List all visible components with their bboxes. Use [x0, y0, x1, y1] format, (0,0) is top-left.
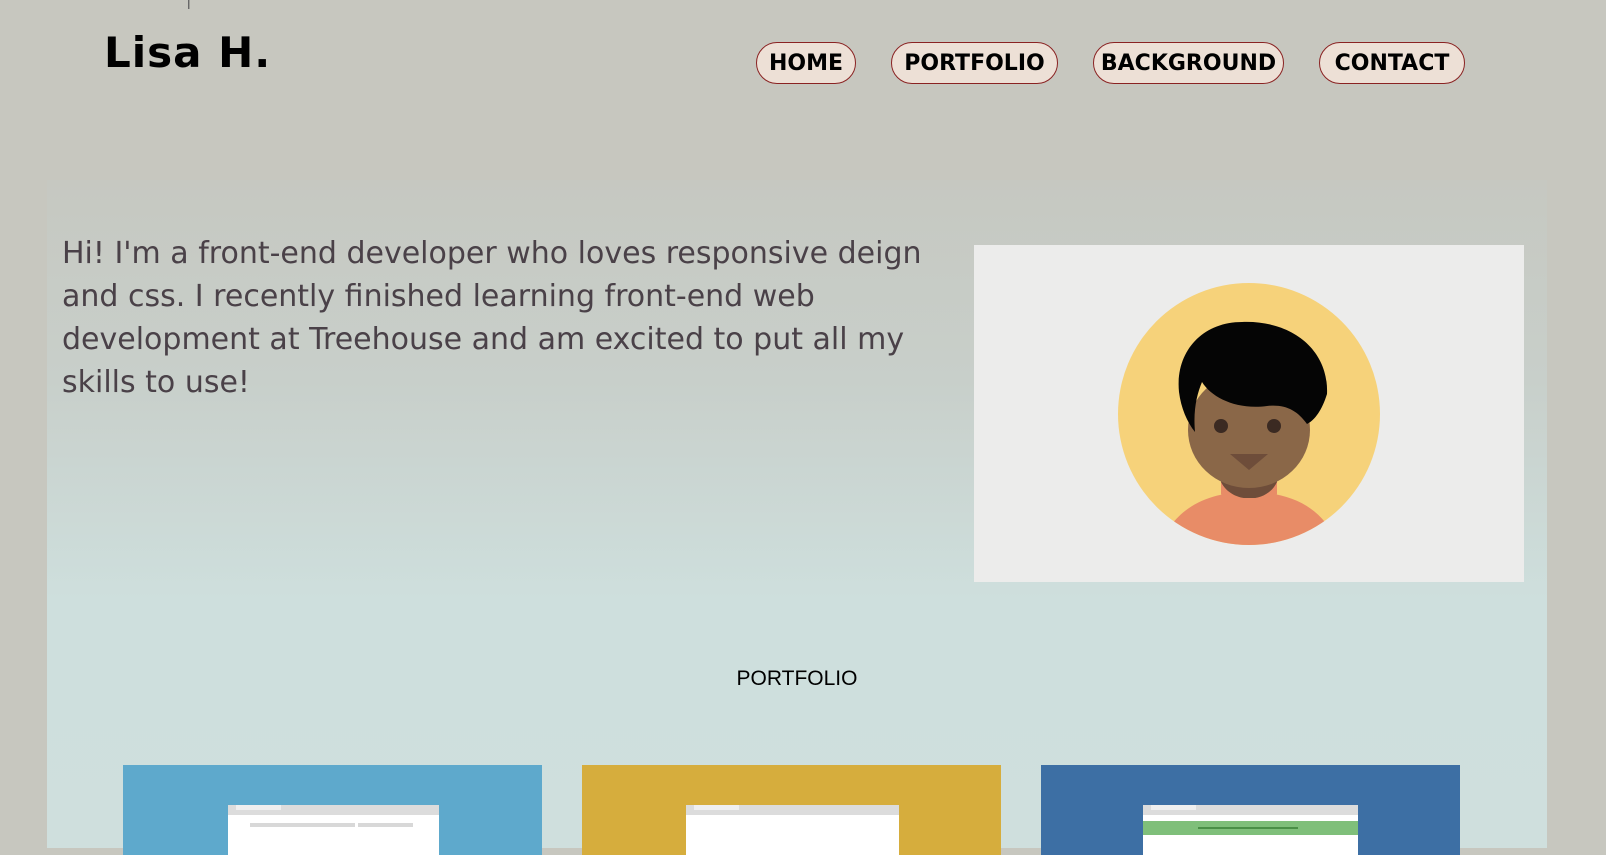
nav-contact-button[interactable]: CONTACT	[1319, 42, 1465, 84]
site-header: I Lisa H. HOME PORTFOLIO BACKGROUND CONT…	[0, 0, 1606, 150]
intro-text: Hi! I'm a front-end developer who loves …	[62, 236, 922, 400]
portfolio-card[interactable]	[123, 765, 542, 855]
text-cursor-icon: I	[187, 0, 191, 12]
person-avatar-icon	[1118, 283, 1380, 545]
main-nav: HOME PORTFOLIO BACKGROUND CONTACT	[756, 42, 1465, 84]
main-content: Hi! I'm a front-end developer who loves …	[47, 180, 1547, 855]
avatar-panel	[974, 245, 1524, 582]
nav-background-button[interactable]: BACKGROUND	[1093, 42, 1284, 84]
site-logo[interactable]: Lisa H.	[104, 28, 271, 77]
portfolio-heading: PORTFOLIO	[736, 667, 858, 690]
portfolio-card[interactable]	[1041, 765, 1460, 855]
portfolio-card[interactable]	[582, 765, 1001, 855]
nav-home-button[interactable]: HOME	[756, 42, 856, 84]
nav-portfolio-button[interactable]: PORTFOLIO	[891, 42, 1058, 84]
